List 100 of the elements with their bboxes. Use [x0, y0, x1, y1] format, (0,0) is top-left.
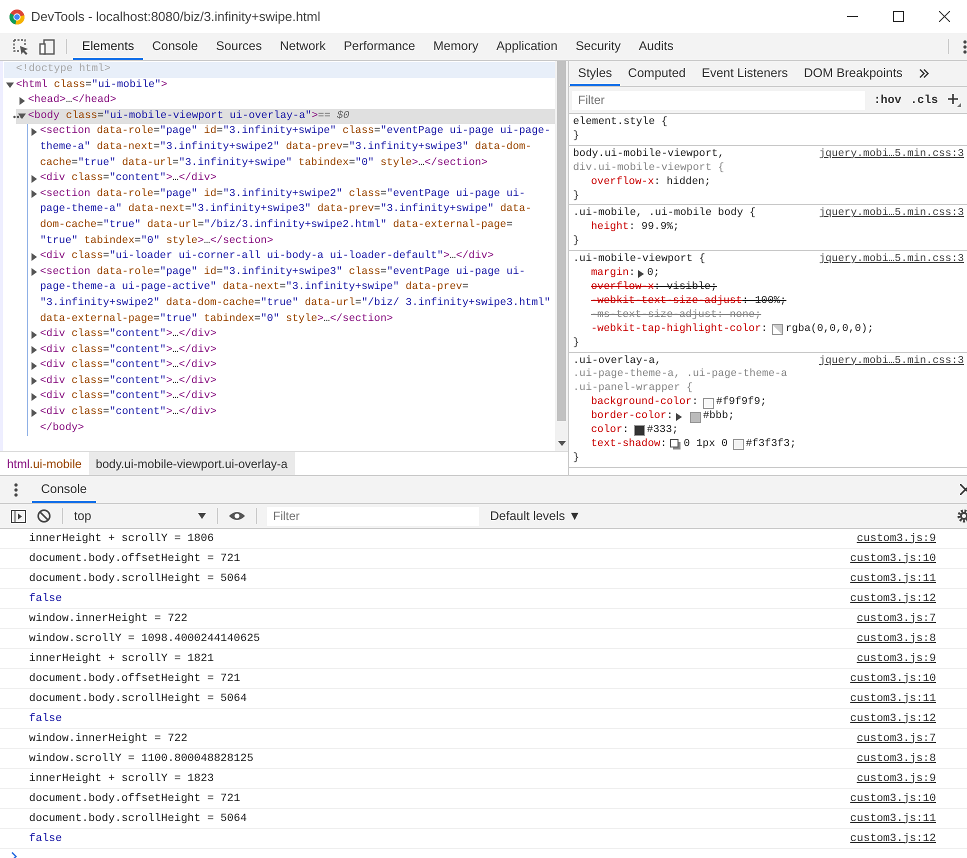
css-property-name[interactable]: margin — [591, 267, 629, 281]
source-link[interactable]: custom3.js:11 — [850, 572, 936, 584]
css-property-value[interactable]: rgba(0,0,0,0); — [785, 322, 874, 337]
panel-tab[interactable]: Network — [270, 33, 335, 60]
source-link[interactable]: custom3.js:10 — [850, 552, 936, 564]
collapsed-triangle-icon[interactable] — [30, 392, 38, 401]
expand-triangle-icon[interactable] — [676, 413, 682, 422]
collapsed-triangle-icon[interactable] — [30, 408, 38, 417]
stylesheet-link[interactable]: jquery.mobi…5.min.css:3 — [819, 207, 964, 222]
dom-node-row[interactable]: <div class="content">…</div> — [28, 342, 555, 358]
panel-tab[interactable]: Security — [566, 33, 630, 60]
context-dropdown[interactable]: top — [74, 509, 206, 523]
collapsed-triangle-icon[interactable] — [30, 128, 38, 136]
sidebar-tab[interactable]: Event Listeners — [694, 61, 796, 86]
dom-node-row[interactable]: <head>…</head> — [16, 93, 555, 109]
panel-tab[interactable]: Elements — [73, 33, 144, 60]
panel-tab[interactable]: Sources — [206, 33, 271, 60]
expanded-triangle-icon[interactable] — [18, 112, 26, 120]
css-property-value[interactable]: : none; — [717, 308, 762, 323]
sidebar-toggle-icon[interactable] — [11, 510, 26, 522]
css-property-name[interactable]: -webkit-text-size-adjust — [591, 294, 742, 309]
css-property-value[interactable]: #bbb; — [702, 410, 734, 424]
dom-node-row[interactable]: <div class="content">…</div> — [28, 389, 555, 406]
source-link[interactable]: custom3.js:12 — [850, 712, 936, 724]
toggle-button[interactable]: .cls — [910, 94, 938, 106]
source-link[interactable]: custom3.js:12 — [850, 832, 936, 844]
color-swatch[interactable] — [732, 439, 744, 450]
dom-node-row[interactable]: <div class="content">…</div> — [28, 358, 555, 374]
scroll-down-arrow-icon[interactable] — [558, 441, 566, 446]
css-property-name[interactable]: text-shadow — [591, 438, 660, 452]
source-link[interactable]: custom3.js:9 — [856, 532, 936, 544]
inspect-cursor-icon[interactable] — [13, 38, 29, 54]
panel-tab[interactable]: Application — [487, 33, 567, 60]
clear-console-icon[interactable] — [37, 509, 51, 523]
css-property-value[interactable]: #f9f9f9; — [716, 396, 767, 410]
scrollbar[interactable] — [555, 61, 568, 451]
styles-filter-field[interactable]: Filter — [572, 90, 865, 110]
css-property-name[interactable]: background-color — [591, 396, 692, 410]
sidebar-tab[interactable]: Computed — [620, 61, 694, 86]
css-property-name[interactable]: height — [591, 221, 629, 236]
transparent-color-swatch[interactable] — [772, 324, 784, 336]
collapsed-triangle-icon[interactable] — [30, 252, 38, 261]
css-property-name[interactable]: color — [591, 424, 623, 438]
source-link[interactable]: custom3.js:11 — [850, 692, 936, 704]
prompt-chevron-icon[interactable] — [11, 852, 17, 858]
collapsed-triangle-icon[interactable] — [30, 190, 38, 198]
source-link[interactable]: custom3.js:9 — [856, 652, 936, 664]
sidebar-tab[interactable]: DOM Breakpoints — [796, 61, 911, 86]
collapsed-triangle-icon[interactable] — [30, 268, 38, 276]
css-property-value[interactable]: : hidden; — [654, 176, 711, 190]
collapsed-triangle-icon[interactable] — [18, 96, 26, 105]
dom-node-row[interactable]: <div class="content">…</div> — [28, 171, 555, 187]
toggle-button[interactable]: :hov — [874, 94, 902, 106]
css-property-value[interactable]: : — [622, 424, 629, 438]
css-property-value[interactable]: : — [692, 396, 698, 410]
source-link[interactable]: custom3.js:8 — [856, 632, 936, 644]
css-property-value[interactable]: : — [761, 322, 768, 337]
shadow-editor-icon[interactable] — [670, 439, 681, 450]
css-property-value[interactable]: : visible; — [654, 280, 718, 295]
device-toolbar-icon[interactable] — [39, 38, 55, 54]
dom-node-row[interactable]: <div class="ui-loader ui-corner-all ui-body-a ui-loader-default">…</div> — [28, 249, 555, 265]
log-levels-dropdown[interactable]: Default levels ▼ — [490, 509, 581, 523]
expanded-triangle-icon[interactable] — [6, 81, 14, 90]
panel-tab[interactable]: Console — [143, 33, 207, 60]
menu-icon[interactable] — [963, 40, 967, 54]
more-tabs-chevron-icon[interactable] — [918, 69, 929, 78]
add-rule-plus-icon[interactable] — [947, 93, 961, 107]
source-link[interactable]: custom3.js:10 — [850, 672, 936, 684]
settings-icon[interactable] — [957, 509, 967, 523]
css-property-name[interactable]: border-color — [591, 410, 667, 424]
css-property-value[interactable]: : 99.9%; — [628, 221, 680, 236]
color-swatch[interactable] — [634, 425, 645, 436]
css-property-value[interactable]: 0 1px 0 — [684, 438, 728, 452]
css-property-value[interactable]: 0; — [647, 267, 660, 281]
dom-node-row[interactable]: <div class="content">…</div> — [28, 405, 555, 421]
dom-node-row[interactable]: <html class="ui-mobile"> — [4, 78, 555, 94]
collapsed-triangle-icon[interactable] — [30, 362, 38, 370]
css-property-name[interactable]: overflow-x — [591, 280, 654, 295]
css-property-value[interactable]: #333; — [646, 424, 678, 438]
breadcrumb[interactable]: body.ui-mobile-viewport.ui-overlay-a — [88, 452, 295, 475]
css-property-name[interactable]: overflow-x — [591, 176, 654, 190]
dom-node-row[interactable]: <div class="content">…</div> — [28, 327, 555, 343]
collapsed-triangle-icon[interactable] — [30, 346, 38, 354]
css-property-name[interactable]: -ms-text-size-adjust — [591, 308, 718, 323]
source-link[interactable]: custom3.js:7 — [856, 732, 936, 744]
source-link[interactable]: custom3.js:11 — [850, 812, 936, 824]
source-link[interactable]: custom3.js:7 — [856, 612, 936, 624]
css-property-value[interactable]: : — [628, 267, 636, 281]
css-property-value[interactable]: #f3f3f3; — [746, 438, 796, 452]
dom-node-row[interactable]: <div class="content">…</div> — [28, 374, 555, 390]
stylesheet-link[interactable]: jquery.mobi…5.min.css:3 — [819, 253, 964, 268]
css-property-value[interactable]: : — [660, 438, 667, 452]
stylesheet-link[interactable]: jquery.mobi…5.min.css:3 — [819, 148, 964, 162]
expand-triangle-icon[interactable] — [638, 270, 644, 278]
dom-node-row[interactable]: <body class="ui-mobile-viewport ui-overlay-a">== $0 — [16, 108, 555, 124]
collapsed-triangle-icon[interactable] — [30, 377, 38, 386]
css-property-name[interactable]: -webkit-tap-highlight-color — [591, 322, 762, 337]
collapsed-triangle-icon[interactable] — [30, 330, 38, 339]
color-swatch[interactable] — [703, 398, 714, 409]
panel-tab[interactable]: Memory — [424, 33, 488, 60]
